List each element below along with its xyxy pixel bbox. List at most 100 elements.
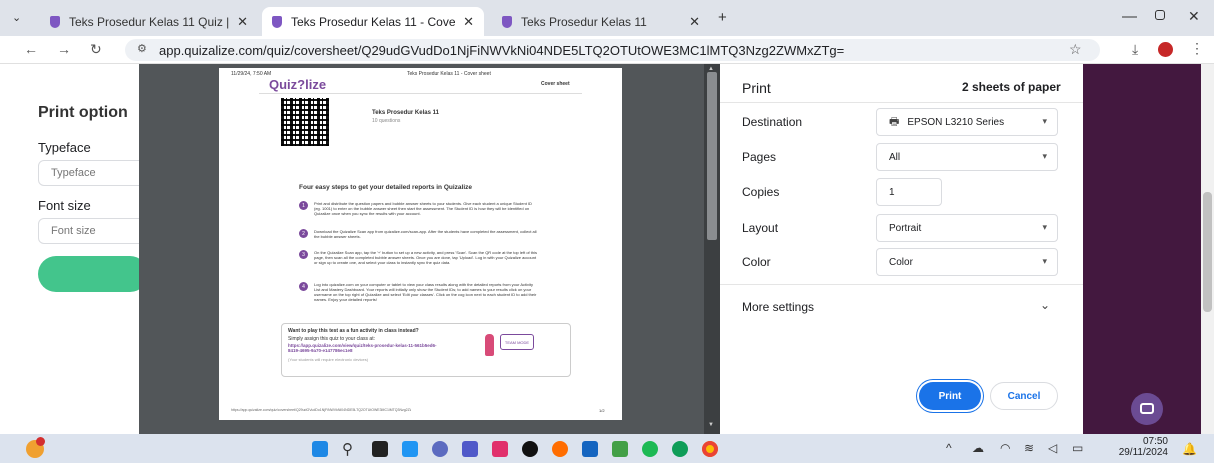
- tab-1[interactable]: Teks Prosedur Kelas 11 Quiz | Q ✕: [40, 7, 258, 36]
- weather-widget-icon[interactable]: [26, 437, 45, 458]
- tab-3[interactable]: Teks Prosedur Kelas 11 ✕: [492, 7, 710, 36]
- step-item: 4 Log into quizalize.com on your compute…: [299, 282, 539, 318]
- tab-3-label: Teks Prosedur Kelas 11: [521, 14, 647, 29]
- start-icon[interactable]: [312, 441, 328, 457]
- chrome-icon[interactable]: [702, 441, 718, 457]
- back-arrow-icon[interactable]: ←: [24, 41, 38, 57]
- more-settings-toggle[interactable]: More settings ⌄: [720, 288, 1083, 318]
- close-icon[interactable]: ✕: [237, 14, 248, 30]
- scroll-up-arrow-icon[interactable]: ▲: [708, 66, 714, 72]
- tiktok-icon[interactable]: [522, 441, 538, 457]
- tab-2-label: Teks Prosedur Kelas 11 - Cover: [291, 14, 456, 29]
- step-item: 1 Print and distribute the question pape…: [299, 201, 539, 229]
- network-icon[interactable]: ◠: [1000, 441, 1010, 455]
- bookmark-star-icon[interactable]: ☆: [1069, 41, 1082, 58]
- volume-icon[interactable]: ◁: [1048, 441, 1057, 455]
- store-icon[interactable]: [582, 441, 598, 457]
- address-bar-row: ← → ↻ ⚙ app.quizalize.com/quiz/covershee…: [0, 36, 1214, 64]
- layout-select[interactable]: Portrait ▾: [876, 214, 1058, 242]
- steps-title: Four easy steps to get your detailed rep…: [299, 184, 473, 191]
- close-window-button[interactable]: ✕: [1188, 8, 1200, 25]
- layout-value: Portrait: [889, 222, 922, 234]
- tab-search-icon[interactable]: ⌄: [12, 11, 21, 24]
- cancel-button[interactable]: Cancel: [990, 382, 1058, 410]
- forward-arrow-icon[interactable]: →: [57, 41, 71, 57]
- quizalize-favicon-icon: [272, 15, 282, 28]
- close-icon[interactable]: ✕: [689, 14, 700, 30]
- minimize-button[interactable]: —: [1122, 8, 1137, 25]
- pages-select[interactable]: All ▾: [876, 143, 1058, 171]
- teams-icon[interactable]: [462, 441, 478, 457]
- print-button-label: Print: [938, 390, 962, 402]
- edge-icon[interactable]: [672, 441, 688, 457]
- quiz-subtitle: 10 questions: [372, 118, 401, 124]
- preview-page-number: 1/2: [599, 408, 605, 413]
- printer-icon: 🖶: [889, 115, 900, 128]
- tab-1-label: Teks Prosedur Kelas 11 Quiz | Q: [69, 14, 230, 29]
- print-button[interactable]: Print: [919, 382, 981, 410]
- chevron-down-icon: ▾: [1042, 116, 1047, 126]
- preview-sheet: 11/29/24, 7:50 AM Teks Prosedur Kelas 11…: [219, 68, 622, 420]
- typeface-select[interactable]: Typeface: [38, 160, 148, 186]
- wifi-icon[interactable]: ≋: [1024, 441, 1034, 455]
- instagram-icon[interactable]: [492, 441, 508, 457]
- print-dialog-title: Print: [742, 80, 771, 96]
- preview-date: 11/29/24, 7:50 AM: [231, 71, 272, 77]
- step-number: 1: [299, 201, 308, 210]
- notification-badge: [36, 437, 45, 446]
- fun-note: (Your students will require electronic d…: [288, 357, 369, 362]
- clock[interactable]: 07:50 29/11/2024: [1112, 436, 1168, 458]
- cover-sheet-label: Cover sheet: [541, 81, 570, 87]
- destination-value: EPSON L3210 Series: [907, 116, 1005, 128]
- reload-icon[interactable]: ↻: [90, 41, 102, 58]
- chevron-up-icon[interactable]: ^: [946, 441, 952, 455]
- site-info-icon[interactable]: ⚙: [137, 42, 147, 55]
- step-text: Download the Quizalize Scan app from qui…: [314, 229, 537, 239]
- page-scrollbar[interactable]: [1201, 64, 1214, 434]
- preview-scroll-thumb[interactable]: [707, 72, 717, 240]
- widgets-icon[interactable]: [402, 441, 418, 457]
- copies-input[interactable]: 1: [876, 178, 942, 206]
- url-text: app.quizalize.com/quiz/coversheet/Q29udG…: [159, 42, 845, 58]
- color-select[interactable]: Color ▾: [876, 248, 1058, 276]
- new-tab-button[interactable]: +: [718, 9, 727, 26]
- page-scroll-thumb[interactable]: [1203, 192, 1212, 312]
- onedrive-icon[interactable]: ☁: [972, 441, 984, 455]
- font-size-label: Font size: [38, 198, 91, 213]
- step-number: 2: [299, 229, 308, 238]
- fun-link: https://app.quizalize.com/view/quiz/teks…: [288, 343, 437, 353]
- team-mode-badge: TEAM MODE: [500, 334, 534, 350]
- firefox-icon[interactable]: [552, 441, 568, 457]
- chevron-down-icon: ▾: [1042, 256, 1047, 266]
- tab-2-active[interactable]: Teks Prosedur Kelas 11 - Cover ✕: [262, 7, 484, 36]
- destination-select[interactable]: 🖶 EPSON L3210 Series ▾: [876, 108, 1058, 136]
- color-label: Color: [742, 255, 771, 269]
- spotify-icon[interactable]: [642, 441, 658, 457]
- clock-date: 29/11/2024: [1118, 447, 1168, 458]
- typeface-label: Typeface: [38, 140, 91, 155]
- divider: [720, 284, 1083, 285]
- profile-avatar-icon[interactable]: [1158, 42, 1173, 57]
- scroll-down-arrow-icon[interactable]: ▼: [708, 422, 714, 428]
- restore-button[interactable]: [1155, 10, 1165, 20]
- search-icon[interactable]: ⚲: [342, 440, 353, 458]
- font-size-select[interactable]: Font size: [38, 218, 148, 244]
- close-icon[interactable]: ✕: [463, 14, 474, 30]
- fun-activity-box: Want to play this test as a fun activity…: [281, 323, 571, 377]
- preview-footer-url: https://app.quizalize.com/quiz/covershee…: [231, 408, 411, 412]
- print-action-button[interactable]: [38, 256, 148, 292]
- pages-label: Pages: [742, 150, 777, 164]
- download-icon[interactable]: ⤓: [1132, 41, 1138, 58]
- chat-bubble-button[interactable]: [1131, 393, 1163, 425]
- mail-icon[interactable]: [612, 441, 628, 457]
- quizalize-favicon-icon: [502, 15, 512, 28]
- task-view-icon[interactable]: [372, 441, 388, 457]
- battery-icon[interactable]: ▭: [1072, 441, 1083, 455]
- notification-bell-icon[interactable]: 🔔: [1182, 442, 1197, 456]
- sheet-count: 2 sheets of paper: [962, 80, 1061, 94]
- menu-dots-icon[interactable]: ⋮: [1190, 40, 1204, 57]
- preview-scrollbar[interactable]: ▲ ▼: [704, 64, 720, 434]
- step-text: Log into quizalize.com on your computer …: [314, 282, 537, 302]
- url-bar[interactable]: ⚙ app.quizalize.com/quiz/coversheet/Q29u…: [125, 39, 1100, 61]
- chat-app-icon[interactable]: [432, 441, 448, 457]
